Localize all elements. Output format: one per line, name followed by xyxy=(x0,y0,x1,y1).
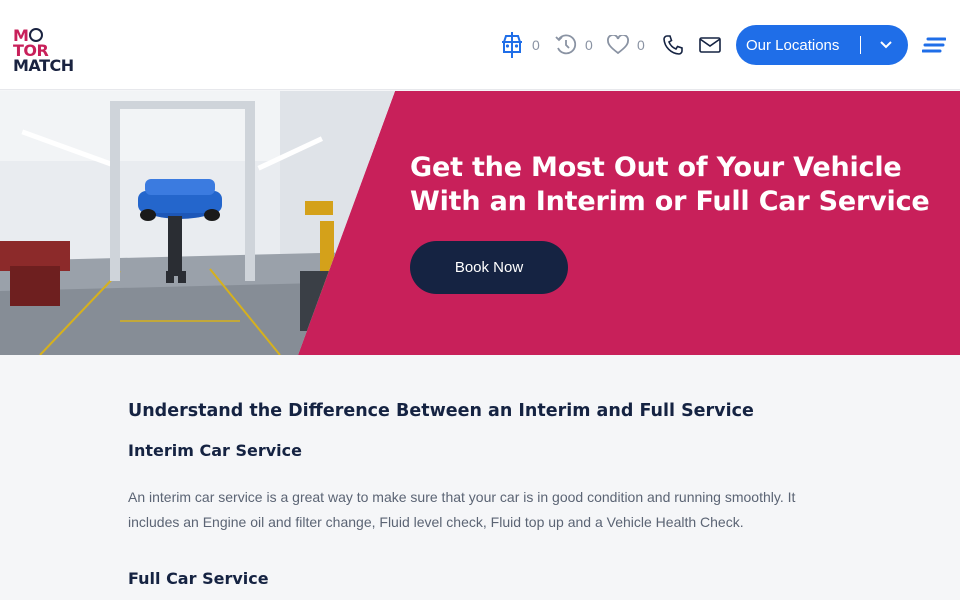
history-count: 0 xyxy=(585,37,593,53)
history-icon xyxy=(555,34,577,55)
phone-link[interactable] xyxy=(663,30,683,60)
hero-title: Get the Most Out of Your Vehicle With an… xyxy=(410,152,930,217)
chevron-down-icon xyxy=(880,41,892,49)
full-service-heading: Full Car Service xyxy=(128,569,269,588)
section-heading: Understand the Difference Between an Int… xyxy=(128,401,754,421)
motormatch-logo[interactable]: MTOR MATCH xyxy=(13,28,77,74)
compare-count: 0 xyxy=(532,37,540,53)
mail-icon xyxy=(699,37,721,53)
our-locations-label: Our Locations xyxy=(746,36,840,54)
phone-icon xyxy=(663,35,683,55)
our-locations-button[interactable]: Our Locations xyxy=(736,25,908,65)
book-now-button[interactable]: Book Now xyxy=(410,241,568,294)
heart-icon xyxy=(607,35,629,55)
steering-wheel-icon xyxy=(28,28,43,42)
interim-service-heading: Interim Car Service xyxy=(128,441,302,460)
button-divider xyxy=(860,36,861,54)
favorites-count: 0 xyxy=(637,37,645,53)
history-link[interactable]: 0 xyxy=(555,30,593,60)
hero-banner: Get the Most Out of Your Vehicle With an… xyxy=(0,91,960,355)
favorites-link[interactable]: 0 xyxy=(607,30,645,60)
workshop-photo xyxy=(0,91,400,355)
compare-link[interactable]: 0 xyxy=(500,30,540,60)
car-compare-icon xyxy=(502,32,522,58)
email-link[interactable] xyxy=(699,30,721,60)
hamburger-menu-icon[interactable] xyxy=(922,37,946,53)
site-header: MTOR MATCH 0 0 0 Our Locations xyxy=(0,0,960,90)
interim-service-description: An interim car service is a great way to… xyxy=(128,489,796,530)
